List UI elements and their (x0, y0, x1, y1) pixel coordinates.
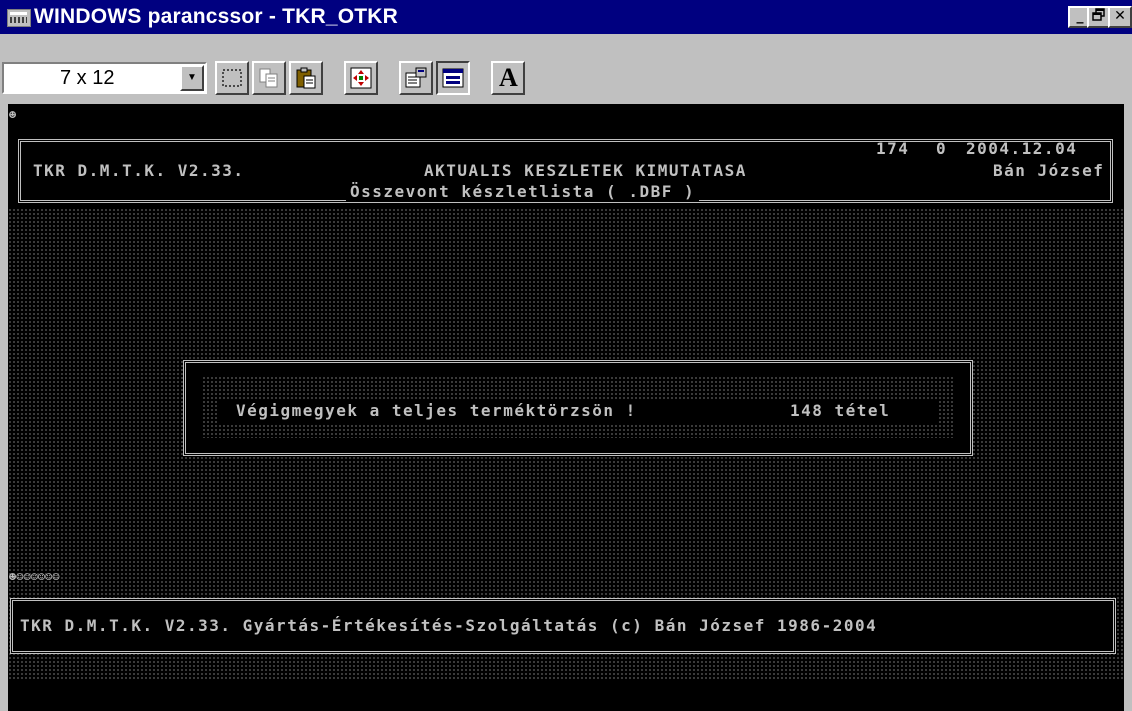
font-size-value: 7 x 12 (60, 67, 115, 89)
font-button[interactable]: A (491, 61, 525, 95)
smiley-icon: ☻ (9, 108, 17, 122)
record-counter: 174 (876, 139, 910, 158)
background-button[interactable] (436, 61, 470, 95)
app-name: TKR D.M.T.K. V2.33. (33, 161, 245, 180)
dialog-message: Végigmegyek a teljes terméktörzsön ! (236, 401, 637, 420)
chevron-down-icon[interactable]: ▼ (180, 65, 204, 91)
copyright-line: TKR D.M.T.K. V2.33. Gyártás-Értékesítés-… (20, 616, 878, 635)
font-size-select[interactable]: 7 x 12 ▼ (2, 62, 207, 94)
console-window: WINDOWS parancssor - TKR_OTKR _ ✕ 7 x 12… (0, 0, 1132, 711)
full-screen-button[interactable] (344, 61, 378, 95)
user-name: Bán József (993, 161, 1105, 180)
font-a-icon: A (499, 63, 518, 92)
title-bar[interactable]: WINDOWS parancssor - TKR_OTKR _ ✕ (0, 0, 1132, 34)
status-flag: 0 (936, 139, 948, 158)
item-count: 148 tétel (790, 401, 891, 420)
mark-icon (222, 69, 242, 87)
properties-button[interactable] (399, 61, 433, 95)
window-title: WINDOWS parancssor - TKR_OTKR (34, 5, 398, 28)
properties-icon (405, 67, 427, 88)
report-title: AKTUALIS KESZLETEK KIMUTATASA (424, 161, 747, 180)
current-date: 2004.12.04 (966, 139, 1078, 158)
copy-icon (259, 68, 278, 88)
report-subtitle: Összevont készletlista ( .DBF ) (346, 182, 700, 202)
copy-button[interactable] (252, 61, 286, 95)
paste-icon (296, 67, 316, 89)
restore-icon (1092, 8, 1105, 21)
status-smileys: ☻☺☺☺☺☺☺ (9, 570, 60, 584)
background-icon (442, 68, 464, 88)
console-area[interactable]: ☻ TKR D.M.T.K. V2.33. AKTUALIS KESZLETEK… (8, 104, 1124, 711)
mark-button[interactable] (215, 61, 249, 95)
paste-button[interactable] (289, 61, 323, 95)
full-screen-icon (350, 67, 372, 89)
toolbar: 7 x 12 ▼ A (0, 34, 1132, 104)
close-button[interactable]: ✕ (1108, 6, 1132, 28)
msdos-icon[interactable] (7, 9, 31, 27)
